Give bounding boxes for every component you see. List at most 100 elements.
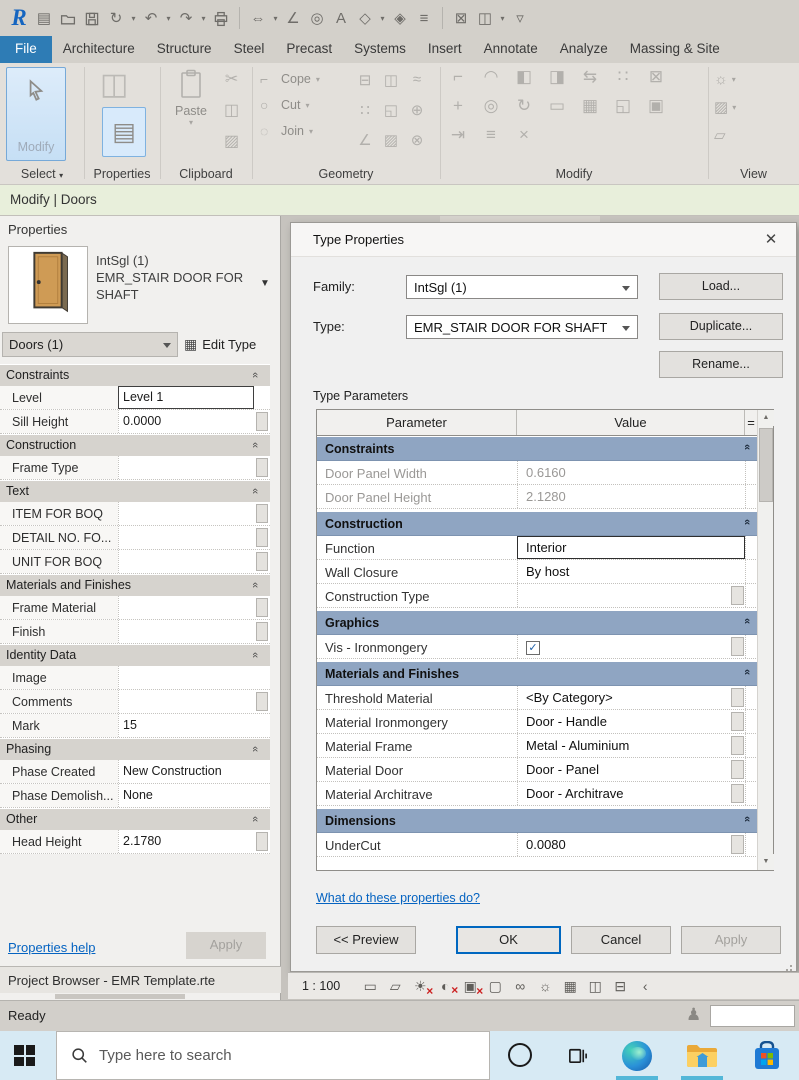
wall-joins-icon[interactable]: ◫ [378, 71, 404, 89]
assign-value-button[interactable] [731, 736, 744, 755]
revit-logo-icon[interactable]: R [6, 5, 32, 31]
tab-file[interactable]: File [0, 36, 52, 63]
element-filter-dropdown[interactable]: Doors (1) [2, 332, 178, 357]
scrollbar-thumb[interactable] [55, 994, 185, 999]
beam-systems-icon[interactable]: ⊟ [352, 71, 378, 89]
property-value[interactable]: 15 [118, 714, 254, 737]
parameter-value[interactable]: Door - Panel [517, 758, 745, 781]
crop-view-off-icon[interactable]: ▣ × [461, 978, 484, 998]
assign-value-button[interactable] [731, 760, 744, 779]
parameter-section-header[interactable]: Dimensions « [317, 809, 758, 833]
property-group-header[interactable]: Identity Data « [0, 644, 270, 666]
property-value[interactable] [118, 690, 254, 713]
parameter-value[interactable]: Door - Handle [517, 710, 745, 733]
redo-caret-icon[interactable]: ▾ [198, 14, 209, 23]
properties-help-link[interactable]: Properties help [8, 940, 95, 955]
close-inactive-windows-icon[interactable]: ⊠ [449, 9, 473, 27]
paste-button[interactable]: Paste ▾ [168, 69, 214, 127]
parameter-value[interactable]: 0.6160 [517, 461, 745, 484]
collapse-icon[interactable]: « [249, 652, 261, 658]
graphic-display-options-button[interactable]: ▨ ▾ [714, 98, 736, 116]
paint-icon[interactable]: ◱ [378, 101, 404, 119]
family-dropdown[interactable]: IntSgl (1) [406, 275, 638, 299]
move-icon[interactable]: + [448, 96, 468, 116]
property-group-header[interactable]: Text « [0, 480, 270, 502]
array-icon[interactable]: ⇆ [580, 67, 600, 87]
offset-icon[interactable]: ⇥ [448, 125, 468, 145]
associate-parameter-button[interactable] [256, 528, 268, 547]
align-icon[interactable]: ⌐ [448, 67, 468, 87]
collapse-icon[interactable]: « [249, 582, 261, 588]
search-input[interactable] [99, 1047, 429, 1064]
measure-caret-icon[interactable]: ▾ [270, 14, 281, 23]
tab-insert[interactable]: Insert [417, 36, 473, 63]
trim-extend-icon[interactable]: ▭ [547, 96, 567, 116]
parameter-value[interactable]: Metal - Aluminium [517, 734, 745, 757]
scale-grid-icon[interactable]: ▦ [580, 96, 600, 116]
properties-palette-button[interactable]: ▤ [102, 107, 146, 157]
property-value[interactable] [118, 666, 254, 689]
tab-annotate[interactable]: Annotate [473, 36, 549, 63]
view-scale-button[interactable]: 1 : 100 [302, 979, 340, 993]
parameter-value[interactable]: Door - Architrave [517, 782, 745, 805]
customize-qat-icon[interactable]: ▿ [508, 9, 532, 27]
unjoin-icon[interactable]: ≈ [404, 71, 430, 89]
unpin-icon[interactable]: ⊠ [646, 67, 666, 87]
associate-parameter-button[interactable] [256, 692, 268, 711]
collapse-icon[interactable]: « [249, 372, 261, 378]
cope-button[interactable]: ⌐ Cope ▾ [260, 71, 320, 87]
assign-value-button[interactable] [731, 688, 744, 707]
property-group-header[interactable]: Materials and Finishes « [0, 574, 270, 596]
select-panel-label[interactable]: Select ▾ [0, 167, 84, 181]
scroll-down-icon[interactable]: ▼ [758, 854, 774, 870]
fillet-icon[interactable]: ◠ [481, 67, 501, 87]
preview-button[interactable]: << Preview [316, 926, 416, 954]
undo-icon[interactable]: ↶ [139, 9, 163, 27]
associate-parameter-button[interactable] [256, 412, 268, 431]
print-icon[interactable] [209, 9, 233, 26]
tab-analyze[interactable]: Analyze [549, 36, 619, 63]
cut-button[interactable]: ○ Cut ▾ [260, 97, 320, 113]
edge-browser-icon[interactable] [622, 1041, 652, 1071]
parameter-value[interactable]: ✓ [517, 635, 745, 658]
type-selector-caret-icon[interactable]: ▼ [260, 278, 270, 289]
reveal-hidden-elements-button[interactable]: ☼ ▾ [714, 71, 736, 88]
split-face-icon[interactable]: ∷ [352, 101, 378, 119]
redo-icon[interactable]: ↷ [174, 9, 198, 27]
copy-icon[interactable]: ◎ [481, 96, 501, 116]
cut-to-clipboard-icon[interactable]: ✂ [224, 69, 239, 89]
type-dropdown[interactable]: EMR_STAIR DOOR FOR SHAFT [406, 315, 638, 339]
switch-windows-icon[interactable]: ◫ [473, 9, 497, 27]
property-value[interactable] [118, 456, 254, 479]
editing-requests-box[interactable] [710, 1005, 795, 1027]
thin-lines-icon[interactable]: ≡ [412, 10, 436, 27]
split-icon[interactable]: ≡ [481, 125, 501, 145]
parameter-value[interactable]: 2.1280 [517, 485, 745, 508]
parameter-value[interactable]: <By Category> [517, 686, 745, 709]
assign-value-button[interactable] [731, 637, 744, 656]
text-icon[interactable]: A [329, 10, 353, 27]
taskbar-search-box[interactable] [56, 1031, 490, 1080]
checkbox-checked[interactable]: ✓ [526, 641, 540, 655]
load-button[interactable]: Load... [659, 273, 783, 300]
scroll-up-icon[interactable]: ▲ [758, 410, 774, 426]
temporary-view-properties-icon[interactable]: ▦ [561, 978, 579, 995]
copy-to-clipboard-icon[interactable]: ◫ [224, 100, 239, 120]
parameter-value[interactable] [517, 584, 745, 607]
switch-windows-caret-icon[interactable]: ▾ [497, 14, 508, 23]
property-value[interactable]: New Construction [118, 760, 254, 783]
tab-massing-site[interactable]: Massing & Site [619, 36, 731, 63]
tag-by-category-icon[interactable]: ◎ [305, 9, 329, 27]
parameter-section-header[interactable]: Constraints « [317, 437, 758, 461]
collapse-bar-icon[interactable]: ‹ [636, 978, 654, 994]
collapse-icon[interactable]: « [249, 746, 261, 752]
reveal-hidden-elements-icon[interactable]: ☼ [536, 978, 554, 994]
demolish-icon[interactable]: ∠ [352, 131, 378, 149]
collapse-icon[interactable]: « [741, 669, 753, 675]
join-button[interactable]: ◌ Join ▾ [260, 123, 320, 139]
assign-value-button[interactable] [731, 712, 744, 731]
duplicate-button[interactable]: Duplicate... [659, 313, 783, 340]
property-value[interactable] [118, 526, 254, 549]
undo-caret-icon[interactable]: ▾ [163, 14, 174, 23]
remove-paint-icon[interactable]: ▨ [378, 131, 404, 149]
